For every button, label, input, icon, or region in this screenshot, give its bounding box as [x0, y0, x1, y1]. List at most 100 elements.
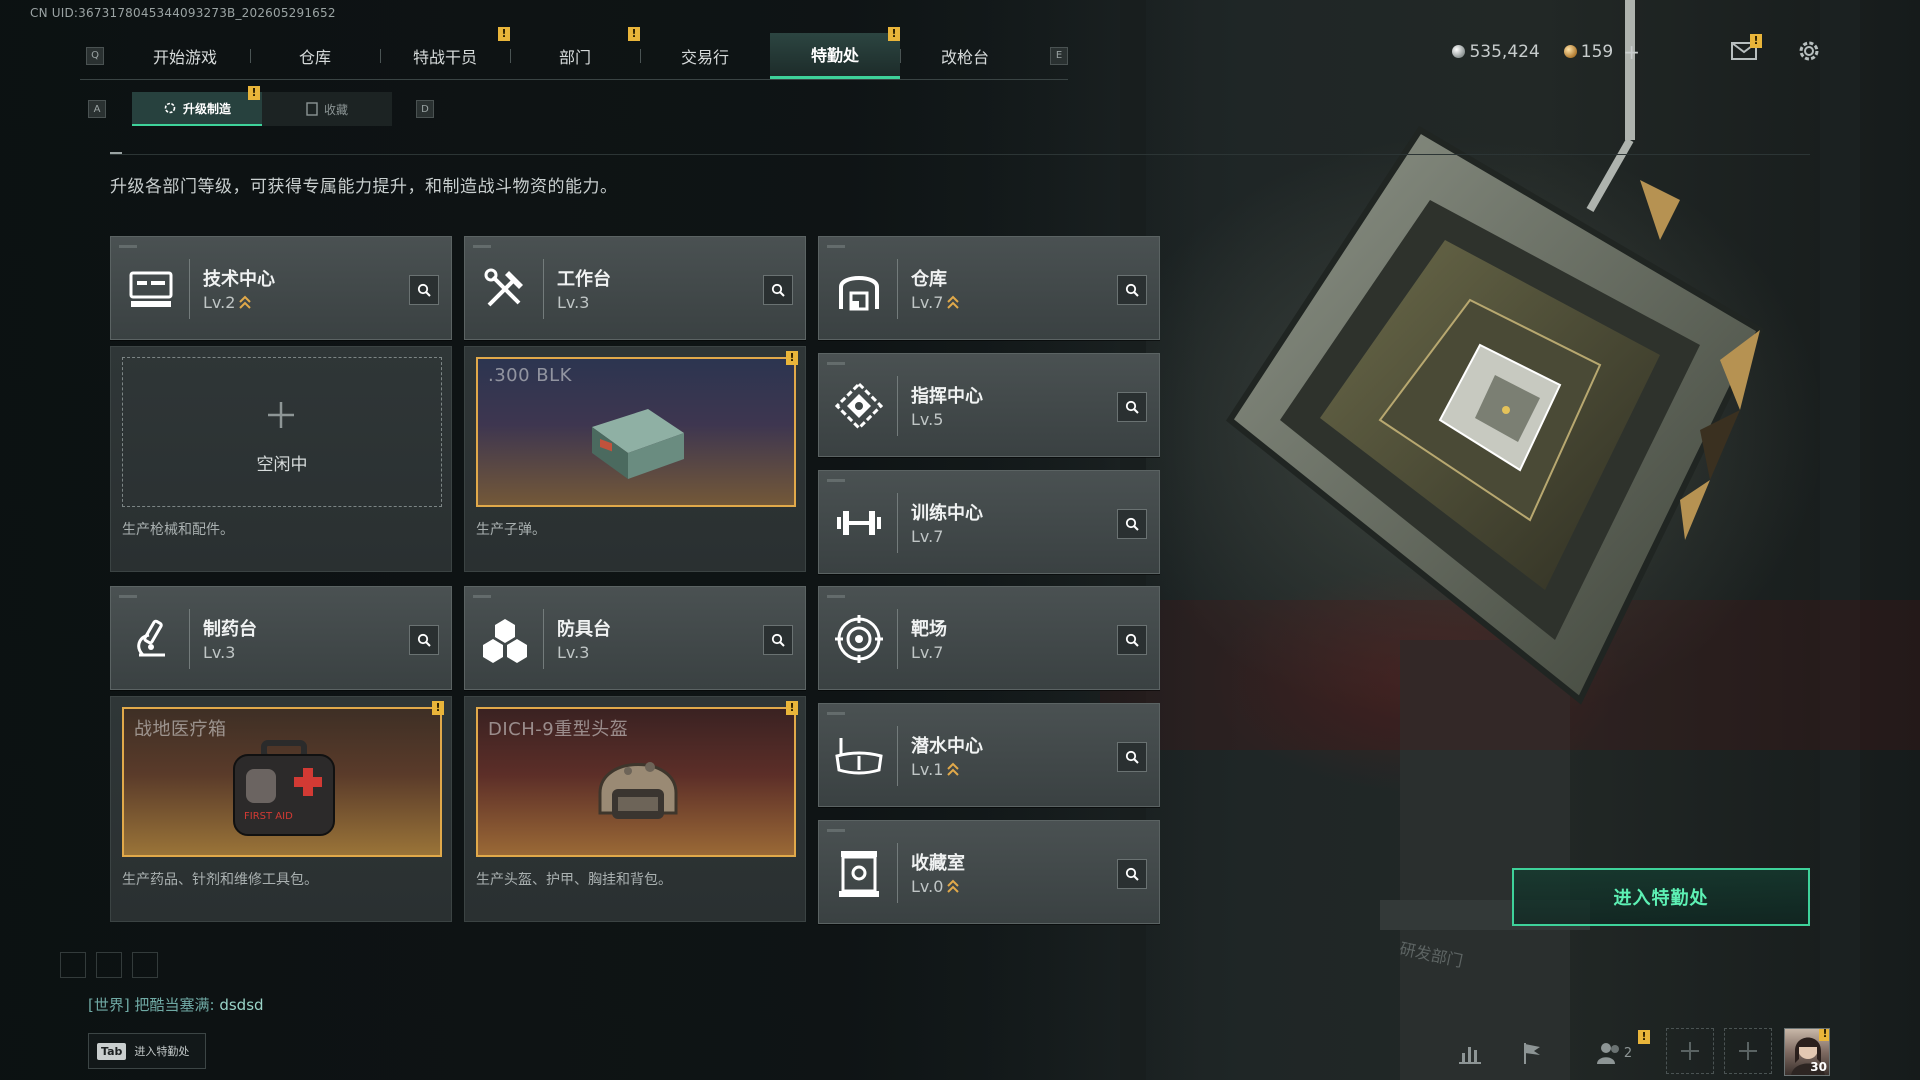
department-name: 靶场 — [911, 619, 947, 640]
production-slot-item[interactable]: 战地医疗箱 FIRST AID ! — [122, 701, 444, 857]
notification-badge: ! — [432, 701, 444, 715]
sub-nav-right-key[interactable]: D — [416, 100, 434, 118]
search-icon[interactable] — [1117, 859, 1147, 889]
production-caption: 生产子弹。 — [476, 522, 546, 538]
department-card-warehouse[interactable]: 仓库 Lv.7 — [818, 236, 1160, 340]
department-name: 仓库 — [911, 269, 947, 290]
tab-label: 交易行 — [680, 47, 729, 67]
warehouse-icon — [839, 276, 879, 311]
search-icon[interactable] — [763, 275, 793, 305]
department-name: 技术中心 — [203, 269, 275, 290]
department-card-range[interactable]: 靶场 Lv.7 — [818, 586, 1160, 690]
production-panel-tech-center: 空闲中 生产枪械和配件。 — [110, 346, 452, 572]
department-level: Lv.3 — [557, 643, 589, 662]
level-text: Lv.1 — [911, 760, 944, 779]
level-text: Lv.2 — [203, 293, 236, 312]
card-divider — [189, 609, 190, 669]
level-text: Lv.5 — [911, 410, 944, 429]
tab-trading[interactable]: 交易行 — [640, 33, 770, 79]
item-name: 战地医疗箱 — [134, 719, 227, 740]
add-currency-button[interactable]: + — [1623, 40, 1640, 64]
tab-upgrade-manufacture[interactable]: 升级制造 ! — [132, 86, 262, 126]
production-slot-empty[interactable]: 空闲中 — [122, 357, 442, 507]
card-divider — [543, 609, 544, 669]
decor-box — [60, 952, 86, 978]
department-card-armor-bench[interactable]: 防具台 Lv.3 — [464, 586, 806, 690]
department-name: 指挥中心 — [911, 386, 983, 407]
silver-amount: 535,424 — [1469, 42, 1540, 62]
department-card-collection-room[interactable]: 收藏室 Lv.0 — [818, 820, 1160, 924]
search-icon[interactable] — [1117, 509, 1147, 539]
mail-badge: ! — [1750, 34, 1762, 48]
department-card-pharmacy[interactable]: 制药台 Lv.3 — [110, 586, 452, 690]
card-divider — [897, 843, 898, 903]
search-icon[interactable] — [1117, 275, 1147, 305]
enter-special-ops-button[interactable]: 进入特勤处 — [1512, 868, 1810, 926]
department-name: 潜水中心 — [911, 736, 983, 757]
first-aid-kit-image: FIRST AID — [233, 740, 335, 836]
flag-icon[interactable] — [1514, 1036, 1550, 1070]
notification-badge: ! — [786, 351, 798, 365]
card-tag — [827, 829, 845, 832]
armor-bench-icon — [483, 619, 527, 663]
search-icon[interactable] — [1117, 742, 1147, 772]
tab-collection[interactable]: 收藏 — [262, 92, 392, 126]
card-divider — [543, 259, 544, 319]
tab-key: Tab — [97, 1042, 127, 1060]
level-text: Lv.7 — [911, 293, 944, 312]
card-tag — [119, 245, 137, 248]
sub-tab-label: 升级制造 — [182, 101, 231, 116]
tab-gunsmith[interactable]: 改枪台 — [900, 33, 1030, 79]
card-tag — [827, 712, 845, 715]
card-tag — [827, 595, 845, 598]
search-icon[interactable] — [1117, 392, 1147, 422]
tab-start-game[interactable]: 开始游戏 — [120, 33, 250, 79]
notification-badge: ! — [1638, 1030, 1650, 1044]
add-teammate-slot[interactable] — [1724, 1028, 1772, 1074]
department-card-workbench[interactable]: 工作台 Lv.3 — [464, 236, 806, 340]
gear-icon[interactable] — [1796, 38, 1824, 62]
decor-box — [132, 952, 158, 978]
avatar[interactable]: 30 ! — [1784, 1028, 1830, 1076]
stats-icon[interactable] — [1452, 1036, 1488, 1070]
nav-left-key[interactable]: Q — [86, 46, 104, 65]
gold-currency: 159 — [1563, 42, 1613, 62]
level-text: Lv.3 — [203, 643, 236, 662]
nav-right-key[interactable]: E — [1050, 46, 1068, 65]
slot-status: 空闲中 — [256, 455, 308, 475]
department-card-tech-center[interactable]: 技术中心 Lv.2 — [110, 236, 452, 340]
production-slot-item[interactable]: .300 BLK ! — [476, 351, 798, 507]
department-name: 防具台 — [557, 619, 611, 640]
notification-badge: ! — [498, 26, 510, 41]
search-icon[interactable] — [409, 275, 439, 305]
collection-room-icon — [839, 851, 879, 897]
mail-icon[interactable]: ! — [1730, 34, 1762, 62]
add-teammate-slot[interactable] — [1666, 1028, 1714, 1074]
currency-display: 535,424 159 + — [1452, 40, 1640, 64]
tab-hint-button[interactable]: Tab 进入特勤处 — [88, 1033, 206, 1069]
card-divider — [897, 259, 898, 319]
tab-special-ops[interactable]: 特勤处 ! — [770, 26, 900, 79]
search-icon[interactable] — [763, 625, 793, 655]
search-icon[interactable] — [1117, 625, 1147, 655]
tab-warehouse[interactable]: 仓库 — [250, 33, 380, 79]
search-icon[interactable] — [409, 625, 439, 655]
department-level: Lv.7 — [911, 293, 960, 312]
department-name: 制药台 — [203, 619, 257, 640]
chat-line[interactable]: [世界] 把酷当塞满: dsdsd — [88, 994, 264, 1015]
notification-badge: ! — [888, 26, 900, 41]
sub-nav-left-key[interactable]: A — [88, 100, 106, 118]
tab-hint-label: 进入特勤处 — [134, 1045, 190, 1058]
upgrade-arrow-icon — [947, 295, 960, 309]
department-card-diving-center[interactable]: 潜水中心 Lv.1 — [818, 703, 1160, 807]
tab-department[interactable]: 部门 ! — [510, 26, 640, 79]
department-card-training-center[interactable]: 训练中心 Lv.7 — [818, 470, 1160, 574]
friends-icon[interactable]: 2 ! — [1590, 1030, 1650, 1070]
tab-operators[interactable]: 特战干员 ! — [380, 26, 510, 79]
plus-icon — [1739, 1042, 1757, 1060]
production-slot-item[interactable]: DICH-9重型头盔 ! — [476, 701, 798, 857]
ammo-box-image — [592, 409, 684, 479]
department-card-command-center[interactable]: 指挥中心 Lv.5 — [818, 353, 1160, 457]
upgrade-manufacture-icon — [164, 102, 176, 114]
production-panel-workbench: .300 BLK ! 生产子弹。 — [464, 346, 806, 572]
